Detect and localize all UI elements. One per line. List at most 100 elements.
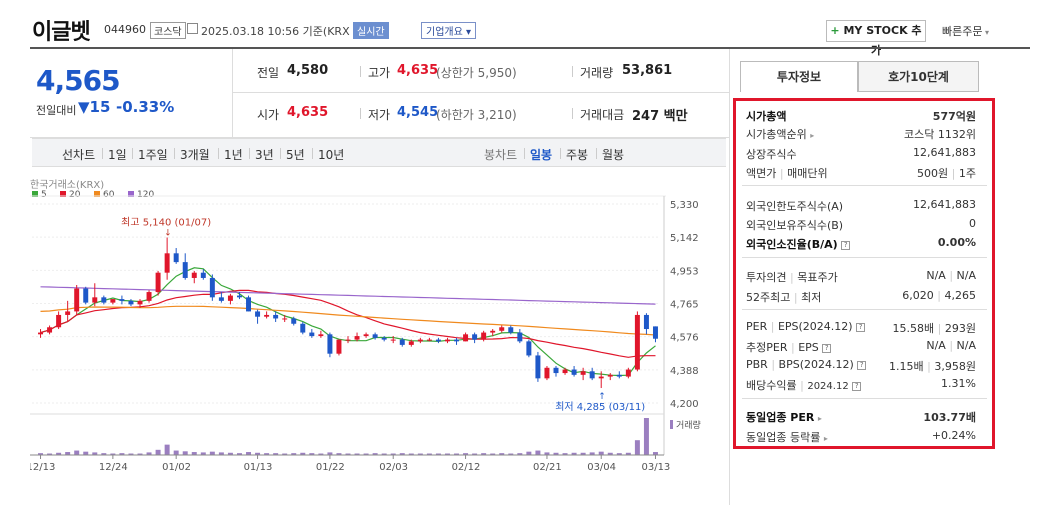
eper-label: 추정PER <box>746 341 788 354</box>
change-value: ▼15 <box>78 98 111 116</box>
x-tick-label: 12/24 <box>99 462 128 472</box>
candle-body <box>246 297 252 312</box>
candle-body <box>164 253 170 273</box>
volume-bar <box>164 444 170 455</box>
candle-body <box>463 334 469 342</box>
period-3m[interactable]: 3개월 <box>180 146 210 163</box>
eps-label: EPS(2024.12) <box>777 320 853 333</box>
candle-body <box>227 295 233 301</box>
candle-daily[interactable]: 일봉 <box>530 146 552 163</box>
candle-weekly[interactable]: 주봉 <box>566 146 588 163</box>
div-label: 배당수익률 <box>746 379 797 392</box>
change-percent: -0.33% <box>116 98 175 116</box>
invest-info-panel: 시가총액 577억원 시가총액순위 ▸ 코스닥 1132위 상장주식수 12,641,… <box>733 98 995 449</box>
period-1y[interactable]: 1년 <box>224 146 243 163</box>
candle-body <box>607 374 613 377</box>
pbr-value: 1.15배 <box>889 360 924 373</box>
sector-chg-label[interactable]: 동일업종 등락률 <box>746 431 820 444</box>
unit-label: 매매단위 <box>787 167 828 180</box>
mystock-add-button[interactable]: + MY STOCK 추가 <box>826 20 926 57</box>
realtime-badge[interactable]: 실시간 <box>353 22 389 39</box>
period-10y[interactable]: 10년 <box>318 146 344 163</box>
divider <box>280 148 281 159</box>
open-value: 4,635 <box>287 105 329 120</box>
par-value: 500원 <box>917 167 949 180</box>
candle-body <box>291 318 297 324</box>
x-tick-label: 02/03 <box>379 462 408 472</box>
foreign-limit-value: 12,641,883 <box>913 198 976 211</box>
x-tick-label: 03/04 <box>587 462 616 472</box>
candle-body <box>101 297 107 303</box>
low-annotation: 최저 4,285 (03/11) <box>555 401 645 413</box>
volume-bar <box>74 450 80 455</box>
volume-bar <box>173 450 179 455</box>
candle-body <box>56 314 62 328</box>
period-line-chart[interactable]: 선차트 <box>62 146 95 163</box>
divider <box>742 309 987 310</box>
candle-body <box>363 334 369 337</box>
candle-body <box>209 277 215 298</box>
candle-body <box>408 341 414 345</box>
candle-body <box>200 272 206 278</box>
help-icon[interactable]: ? <box>856 322 866 332</box>
eper-value: N/A <box>926 339 946 352</box>
tab-invest-info[interactable]: 투자정보 <box>740 61 858 92</box>
candle-monthly[interactable]: 월봉 <box>602 146 624 163</box>
w52-high-label: 52주최고 <box>746 291 791 304</box>
tab-orderbook[interactable]: 호가10단계 <box>858 61 979 92</box>
quick-order-dropdown[interactable]: 빠른주문 ▾ <box>942 23 989 39</box>
eeps-label: EPS <box>798 341 819 354</box>
header-divider <box>30 47 1030 49</box>
price-chart[interactable]: 한국거래소(KRX)5 20 60 1205,3305,1424,9534,7654,… <box>30 172 728 472</box>
period-1w[interactable]: 1주일 <box>138 146 168 163</box>
chevron-right-icon: ▸ <box>810 131 815 140</box>
rank-value: 코스닥 1132위 <box>904 128 976 141</box>
period-toolbar: 선차트 1일 1주일 3개월 1년 3년 5년 10년 봉차트 일봉 주봉 월봉 <box>32 138 726 167</box>
w52-low-label: 최저 <box>801 291 822 304</box>
pbr-label: PBR <box>746 358 768 371</box>
bps-value: 3,958원 <box>934 360 976 373</box>
divider <box>102 148 103 159</box>
opinion-value: N/A <box>926 269 946 282</box>
candle-chart-label[interactable]: 봉차트 <box>484 146 517 163</box>
datetime: 2025.03.18 10:56 기준(KRX 장중) <box>201 25 378 38</box>
volume-bar <box>634 440 640 455</box>
ma-legend-label: 120 <box>137 190 154 200</box>
y-tick-label: 5,142 <box>670 233 699 244</box>
help-icon[interactable]: ? <box>841 240 851 250</box>
divider <box>312 148 313 159</box>
high-annotation: 최고 5,140 (01/07) <box>121 216 211 228</box>
help-icon[interactable]: ? <box>852 381 862 391</box>
prev-label: 전일 <box>257 66 280 80</box>
candle-body <box>38 332 44 335</box>
plus-icon: + <box>830 24 840 37</box>
candle-body <box>273 314 279 319</box>
change-label: 전일대비 <box>36 104 77 117</box>
unit-value: 1주 <box>958 167 976 180</box>
corp-info-dropdown[interactable]: 기업개요 ▾ <box>421 22 477 39</box>
period-3y[interactable]: 3년 <box>255 146 274 163</box>
sector-per-label[interactable]: 동일업종 PER <box>746 411 814 424</box>
ma-line-5 <box>40 267 656 377</box>
y-tick-label: 4,576 <box>670 333 699 344</box>
x-tick-label: 03/13 <box>641 462 670 472</box>
candle-body <box>336 339 342 354</box>
rank-label[interactable]: 시가총액순위 <box>746 128 807 141</box>
divider <box>572 66 573 77</box>
chevron-down-icon: ▾ <box>982 28 990 37</box>
divider <box>742 398 987 399</box>
candle-body <box>625 369 631 377</box>
par-label: 액면가 <box>746 167 777 180</box>
market-badge: 코스닥 <box>150 22 186 39</box>
period-1d[interactable]: 1일 <box>108 146 127 163</box>
help-icon[interactable]: ? <box>822 343 832 353</box>
candle-body <box>327 334 333 354</box>
y-tick-label: 5,330 <box>670 200 699 211</box>
foreign-hold-value: 0 <box>969 217 976 230</box>
period-5y[interactable]: 5년 <box>286 146 305 163</box>
help-icon[interactable]: ? <box>857 360 867 370</box>
candle-body <box>173 253 179 263</box>
candle-body <box>472 334 478 340</box>
chevron-down-icon: ▾ <box>466 27 472 38</box>
divider <box>360 108 361 119</box>
